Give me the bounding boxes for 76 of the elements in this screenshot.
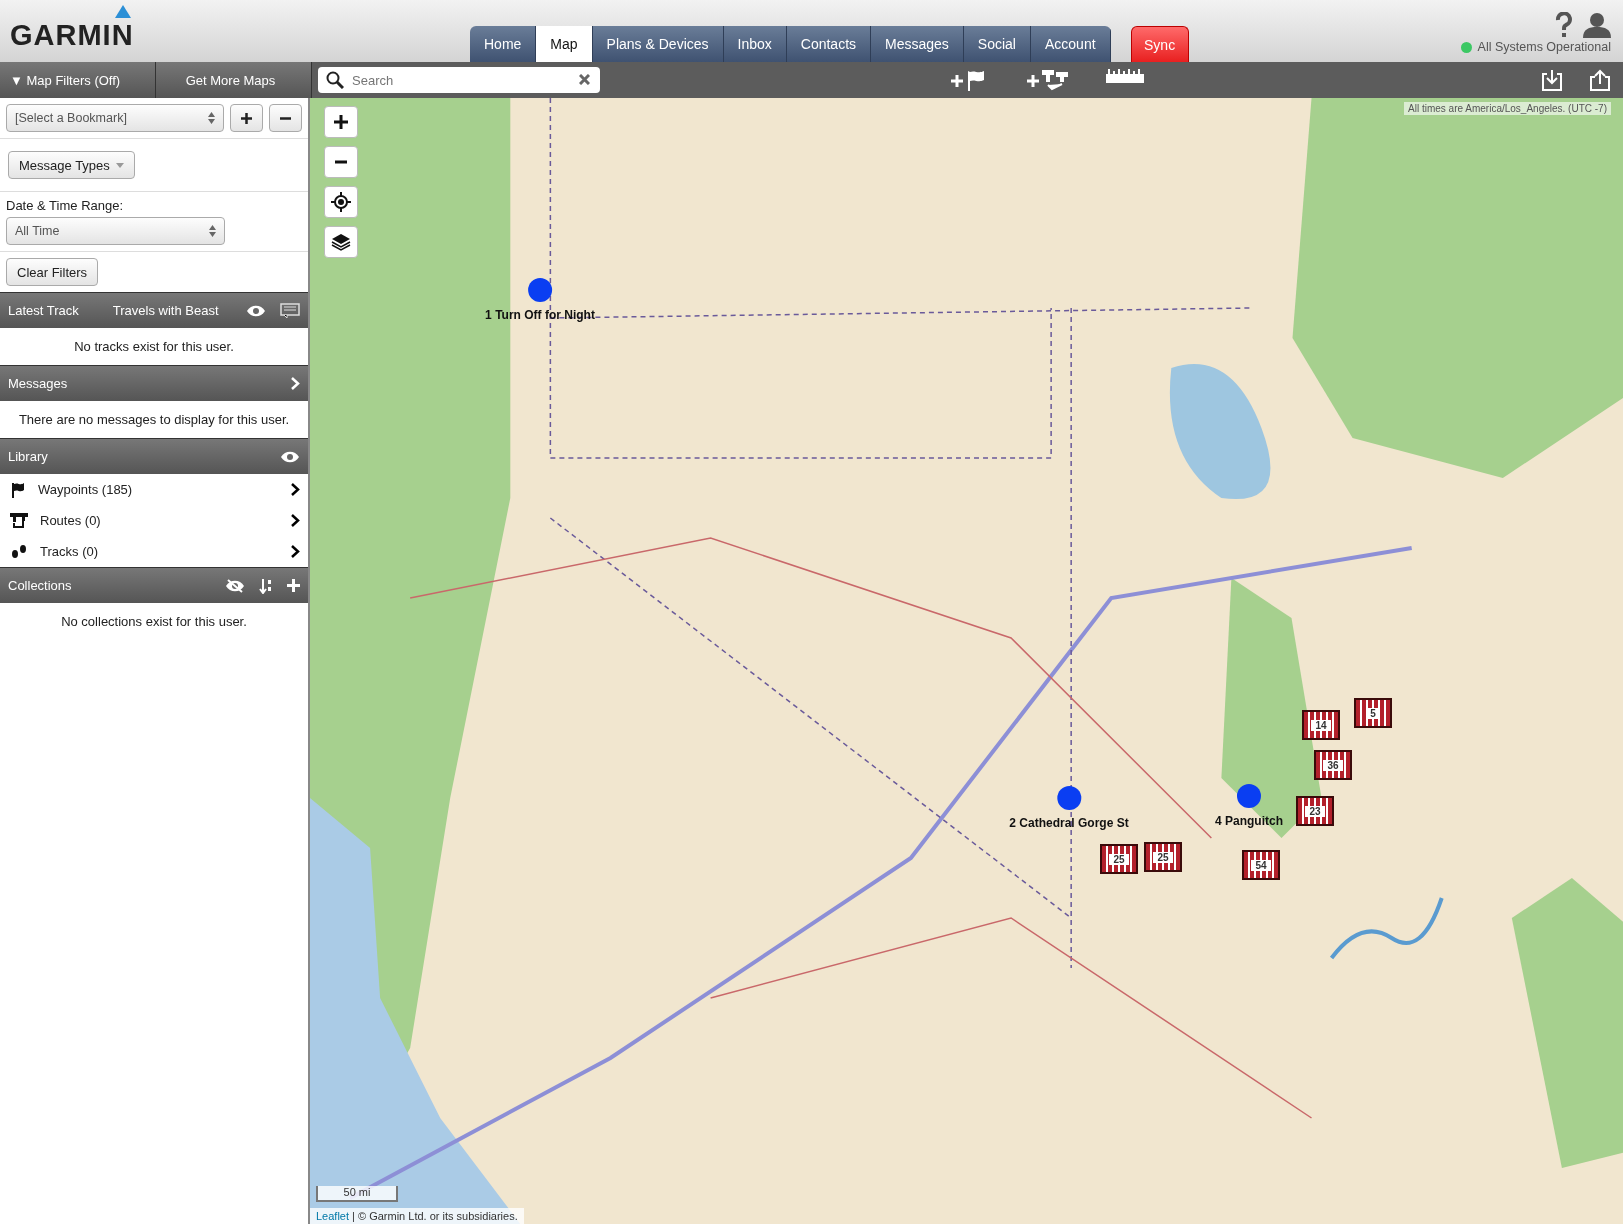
- empty-message: There are no messages to display for this user.: [17, 411, 291, 429]
- waypoint-cluster[interactable]: 25: [1100, 844, 1138, 874]
- nav-tab[interactable]: Map: [536, 26, 593, 62]
- section-header[interactable]: Latest Track Travels with Beast: [0, 292, 308, 328]
- remove-bookmark-button[interactable]: [269, 104, 302, 132]
- zoom-in-button[interactable]: [324, 106, 358, 138]
- plus-icon: [241, 112, 252, 124]
- date-range-select[interactable]: All Time: [6, 217, 225, 245]
- help-icon[interactable]: [1555, 12, 1573, 38]
- track-name: Travels with Beast: [112, 303, 219, 318]
- footprints-icon: [10, 543, 28, 560]
- user-icon[interactable]: [1583, 12, 1611, 38]
- logo: GARMIN: [10, 19, 134, 52]
- marker-label: 4 Panguitch: [1215, 814, 1283, 828]
- clear-icon[interactable]: [579, 74, 590, 85]
- pins-icon: [10, 512, 28, 529]
- crosshair-icon: [331, 192, 351, 212]
- section-title: Messages: [8, 376, 68, 391]
- map-filters-tab[interactable]: ▼ Map Filters (Off): [0, 62, 156, 98]
- add-route-button[interactable]: [1026, 69, 1070, 91]
- chevron-icon[interactable]: [291, 545, 300, 558]
- eye-icon[interactable]: [246, 303, 266, 318]
- eye-icon[interactable]: [280, 449, 300, 464]
- add-icon[interactable]: [287, 579, 300, 592]
- plus-icon: [334, 115, 348, 129]
- section-header[interactable]: Library: [0, 438, 308, 474]
- bookmark-select[interactable]: [Select a Bookmark]: [6, 104, 224, 132]
- chevron-icon[interactable]: [291, 514, 300, 527]
- waypoint-cluster[interactable]: 54: [1242, 850, 1280, 880]
- attribution-text: | © Garmin Ltd. or its subsidiaries.: [352, 1210, 518, 1222]
- section-title: Library: [8, 449, 48, 464]
- search-icon: [326, 71, 344, 89]
- updown-icon: [209, 225, 216, 237]
- add-bookmark-button[interactable]: [230, 104, 263, 132]
- share-button[interactable]: [1589, 69, 1611, 91]
- empty-message: No tracks exist for this user.: [73, 338, 235, 356]
- marker-label: 1 Turn Off for Night: [485, 308, 595, 322]
- sort-icon[interactable]: [259, 577, 273, 594]
- minus-icon: [280, 116, 291, 120]
- waypoint-cluster[interactable]: 25: [1144, 842, 1182, 872]
- message-types-dropdown[interactable]: Message Types: [8, 151, 135, 179]
- comment-icon[interactable]: [280, 302, 300, 319]
- waypoint-cluster[interactable]: 14: [1302, 710, 1340, 740]
- leaflet-link[interactable]: Leaflet: [316, 1210, 350, 1222]
- get-more-maps-tab[interactable]: Get More Maps: [156, 62, 312, 98]
- waypoint-cluster[interactable]: 23: [1296, 796, 1334, 826]
- library-item[interactable]: Routes (0): [0, 505, 308, 536]
- layers-button[interactable]: [324, 226, 358, 258]
- sync-button[interactable]: Sync: [1130, 26, 1189, 62]
- status-text: All Systems Operational: [1477, 40, 1611, 54]
- section-title: Collections: [8, 578, 72, 593]
- timezone-note: All times are America/Los_Angeles. (UTC -7): [1404, 102, 1611, 115]
- library-item[interactable]: Tracks (0): [0, 536, 308, 567]
- date-range-label: Date & Time Range:: [6, 198, 124, 213]
- search-field[interactable]: Search: [318, 67, 600, 93]
- waypoint-cluster[interactable]: 5: [1354, 698, 1392, 728]
- hidden-icon[interactable]: [225, 578, 245, 593]
- empty-message: No collections exist for this user.: [60, 613, 248, 631]
- layers-icon: [331, 233, 351, 251]
- locate-button[interactable]: [324, 186, 358, 218]
- section-header[interactable]: Collections: [0, 567, 308, 603]
- logo-triangle-icon: [115, 5, 131, 18]
- updown-icon: [208, 112, 215, 124]
- download-button[interactable]: [1541, 69, 1563, 91]
- minus-icon: [335, 160, 347, 164]
- flag-icon: [10, 481, 26, 498]
- caret-icon: [115, 162, 124, 168]
- clear-filters-button[interactable]: Clear Filters: [6, 258, 99, 286]
- chevron-icon[interactable]: [291, 483, 300, 496]
- section-header[interactable]: Messages: [0, 365, 308, 401]
- scale-bar: 50 mi: [316, 1186, 398, 1202]
- library-item[interactable]: Waypoints (185): [0, 474, 308, 505]
- section-title: Latest Track: [8, 303, 79, 318]
- zoom-out-button[interactable]: [324, 146, 358, 178]
- marker-label: 2 Cathedral Gorge St: [1009, 816, 1129, 830]
- waypoint-cluster[interactable]: 36: [1314, 750, 1352, 780]
